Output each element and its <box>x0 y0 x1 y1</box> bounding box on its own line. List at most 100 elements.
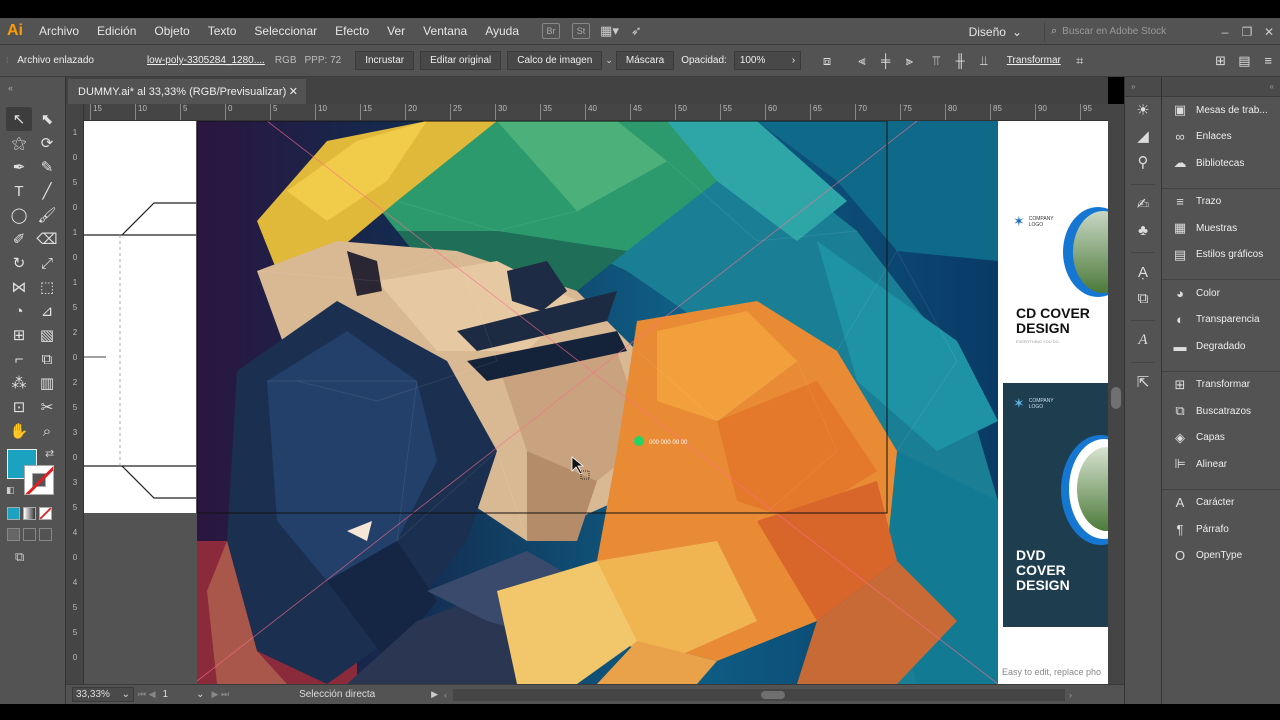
align-center-h-icon[interactable]: ╪ <box>877 53 895 69</box>
vertical-scrollbar[interactable] <box>1108 104 1124 684</box>
panel-item-paragraph[interactable]: ¶ Párrafo <box>1162 516 1280 543</box>
swap-fill-stroke-icon[interactable]: ⇄ <box>45 447 54 460</box>
panel-menu-icon[interactable]: « <box>1270 82 1274 91</box>
vertical-ruler[interactable]: 1050101520253035404550 <box>66 104 84 684</box>
lasso-tool-icon[interactable]: ⟳ <box>34 131 60 155</box>
panel-item-align[interactable]: ⊫ Alinear <box>1162 451 1280 478</box>
menu-edicion[interactable]: Edición <box>88 24 145 38</box>
puppet-warp-icon[interactable]: ⚲ <box>1125 149 1161 175</box>
character-styles-icon[interactable]: A <box>1125 327 1161 353</box>
menu-ventana[interactable]: Ventana <box>414 24 476 38</box>
collapse-panels-icon[interactable]: » <box>1131 82 1135 91</box>
menu-texto[interactable]: Texto <box>199 24 246 38</box>
none-mode-icon[interactable] <box>39 507 52 520</box>
mesh-tool-icon[interactable]: ⊞ <box>6 323 32 347</box>
menu-archivo[interactable]: Archivo <box>30 24 88 38</box>
panel-item-character[interactable]: A Carácter <box>1162 490 1280 517</box>
parrot-artwork[interactable]: 000 000 00 00 <box>197 121 998 684</box>
ellipse-tool-icon[interactable]: ◯ <box>6 203 32 227</box>
artboard-number-field[interactable]: 1 ⌄ <box>160 687 208 702</box>
shaper-tool-icon[interactable]: ✐ <box>6 227 32 251</box>
color-mode-icon[interactable] <box>7 507 20 520</box>
panel-item-libraries[interactable]: ☁ Bibliotecas <box>1162 150 1280 177</box>
isolate-icon[interactable]: ⌗ <box>1071 53 1089 69</box>
symbols-icon[interactable]: ♣ <box>1125 217 1161 243</box>
perspective-grid-tool-icon[interactable]: ⊿ <box>34 299 60 323</box>
slice-tool-icon[interactable]: ✂ <box>34 395 60 419</box>
edit-original-button[interactable]: Editar original <box>420 51 502 70</box>
menu-ayuda[interactable]: Ayuda <box>476 24 528 38</box>
embed-button[interactable]: Incrustar <box>355 51 415 70</box>
first-artboard-icon[interactable]: ⏮ ◀ <box>134 689 160 700</box>
default-fill-stroke-icon[interactable]: ◧ <box>6 485 15 496</box>
brushes-icon[interactable]: ✍ <box>1125 191 1161 217</box>
align-bottom-icon[interactable]: ⫫ <box>975 53 993 69</box>
eraser-tool-icon[interactable]: ⌫ <box>34 227 60 251</box>
horizontal-scroll-thumb[interactable] <box>760 690 785 699</box>
vertical-scroll-thumb[interactable] <box>1111 387 1121 409</box>
draw-inside-icon[interactable] <box>39 528 52 541</box>
panel-item-transparency[interactable]: ◐ Transparencia <box>1162 307 1280 334</box>
free-transform-tool-icon[interactable]: ⬚ <box>34 275 60 299</box>
recolor-icon[interactable]: ⧈ <box>818 53 836 69</box>
mask-button[interactable]: Máscara <box>615 51 675 70</box>
gradient-tool-icon[interactable]: ▧ <box>34 323 60 347</box>
arrange-icon[interactable]: ⊞ <box>1212 53 1230 69</box>
close-icon[interactable]: ✕ <box>1258 25 1280 39</box>
selection-tool-icon[interactable]: ↖ <box>6 107 32 131</box>
magic-wand-tool-icon[interactable]: ⚝ <box>6 131 32 155</box>
screen-mode-icon[interactable]: ⧉ <box>15 549 24 565</box>
canvas[interactable]: 000 000 00 00 ✶ COMPANY LOGO CD COVER DE… <box>84 121 1108 684</box>
control-menu-icon[interactable]: ≡ <box>1259 53 1277 69</box>
align-right-icon[interactable]: ⫸ <box>901 53 919 69</box>
curvature-tool-icon[interactable]: ✎ <box>34 155 60 179</box>
draw-normal-icon[interactable] <box>7 528 20 541</box>
artboard-tool-icon[interactable]: ⊡ <box>6 395 32 419</box>
width-tool-icon[interactable]: ⋈ <box>6 275 32 299</box>
workspace-switcher[interactable]: Diseño ⌄ <box>969 25 1022 39</box>
scale-tool-icon[interactable]: ⤢ <box>34 251 60 275</box>
panel-item-graphic-styles[interactable]: ▤ Estilos gráficos <box>1162 242 1280 269</box>
blend-tool-icon[interactable]: ⧉ <box>34 347 60 371</box>
sun-properties-icon[interactable]: ☀ <box>1125 97 1161 123</box>
control-options-icon[interactable]: ▤ <box>1235 53 1253 69</box>
column-graph-tool-icon[interactable]: ▥ <box>34 371 60 395</box>
panel-item-links[interactable]: ∞ Enlaces <box>1162 124 1280 151</box>
type-tool-icon[interactable]: T <box>6 179 32 203</box>
minimize-icon[interactable]: – <box>1214 25 1236 39</box>
panel-item-color[interactable]: ◕ Color <box>1162 280 1280 307</box>
status-menu-arrow-icon[interactable]: ▶ <box>431 689 438 700</box>
image-trace-button[interactable]: Calco de imagen <box>507 51 603 70</box>
paintbrush-tool-icon[interactable]: 🖌 <box>34 203 60 227</box>
panel-item-transform[interactable]: ⊞ Transformar <box>1162 372 1280 399</box>
panel-item-swatches[interactable]: ▦ Muestras <box>1162 215 1280 242</box>
align-left-icon[interactable]: ⫷ <box>853 53 871 69</box>
scroll-right-icon[interactable]: › <box>1069 690 1072 700</box>
align-top-icon[interactable]: ⫪ <box>927 53 945 69</box>
panel-item-layers[interactable]: ◈ Capas <box>1162 425 1280 452</box>
panel-item-stroke[interactable]: ≡ Trazo <box>1162 189 1280 216</box>
pen-tool-icon[interactable]: ✒ <box>6 155 32 179</box>
bridge-button[interactable]: Br <box>542 23 561 39</box>
horizontal-ruler[interactable]: 15 10 5 0 5 10 15 20 25 30 35 40 45 50 55 60 65 70 75 80 85 9… <box>84 104 1108 121</box>
close-tab-icon[interactable]: ✕ <box>289 85 298 98</box>
horizontal-scrollbar[interactable] <box>452 688 1065 701</box>
panel-item-pathfinder[interactable]: ⧉ Buscatrazos <box>1162 398 1280 425</box>
stock-button[interactable]: St <box>572 23 591 39</box>
document-tab[interactable]: DUMMY.ai* al 33,33% (RGB/Previsualizar) … <box>68 79 306 104</box>
menu-ver[interactable]: Ver <box>378 24 414 38</box>
line-tool-icon[interactable]: ╱ <box>34 179 60 203</box>
stroke-swatch[interactable] <box>24 465 54 495</box>
shape-icon[interactable]: ◢ <box>1125 123 1161 149</box>
align-center-v-icon[interactable]: ╫ <box>951 53 969 69</box>
zoom-field[interactable]: 33,33% ⌄ <box>72 687 134 702</box>
export-icon[interactable]: ⇱ <box>1125 369 1161 395</box>
panel-item-gradient[interactable]: ▬ Degradado <box>1162 333 1280 360</box>
gradient-mode-icon[interactable] <box>23 507 36 520</box>
draw-behind-icon[interactable] <box>23 528 36 541</box>
restore-icon[interactable]: ❐ <box>1236 25 1258 39</box>
menu-objeto[interactable]: Objeto <box>145 24 198 38</box>
eyedropper-tool-icon[interactable]: ⌐ <box>6 347 32 371</box>
linked-file-link[interactable]: low-poly-3305284_1280.... <box>141 55 271 66</box>
panel-item-artboards[interactable]: ▣ Mesas de trab... <box>1162 97 1280 124</box>
